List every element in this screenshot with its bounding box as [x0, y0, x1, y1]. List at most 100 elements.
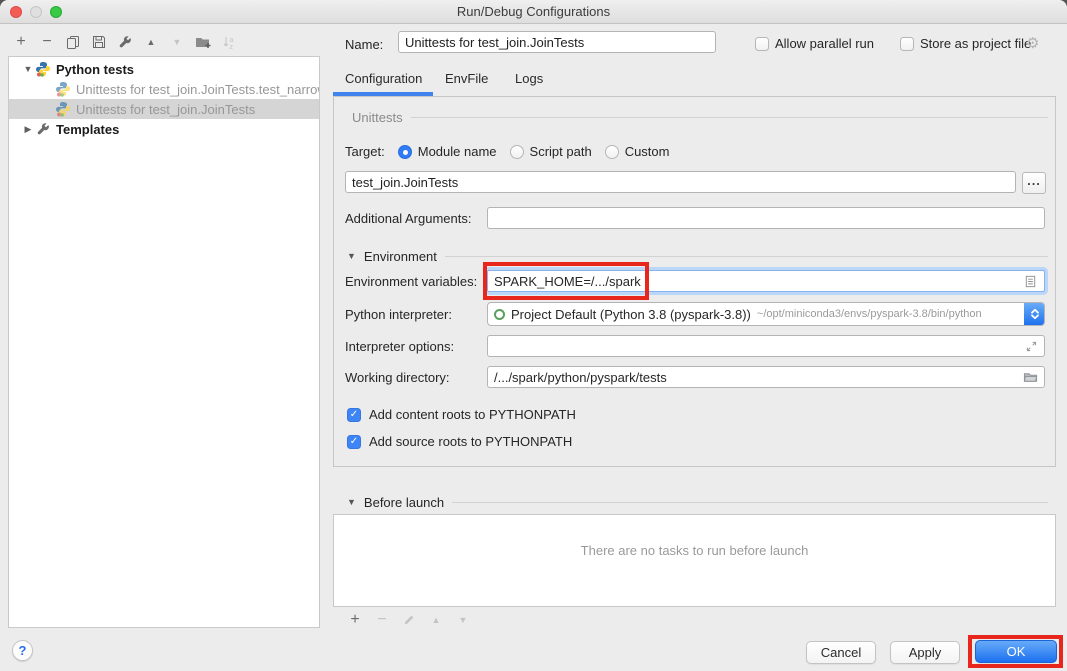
ellipsis-icon: ...: [1027, 173, 1041, 188]
edit-variables-icon[interactable]: [1023, 274, 1038, 289]
before-launch-task-list: There are no tasks to run before launch: [333, 514, 1056, 607]
script-path-radio[interactable]: [510, 145, 524, 159]
target-option-module-name: Module name: [398, 144, 497, 159]
custom-radio-label: Custom: [625, 144, 670, 159]
apply-button[interactable]: Apply: [890, 641, 960, 664]
ok-button[interactable]: OK: [975, 640, 1057, 663]
remove-task-button: −: [374, 612, 390, 628]
sort-alphabetically-icon: az: [221, 34, 237, 50]
python-test-icon: [55, 101, 71, 117]
allow-parallel-run-checkbox[interactable]: [755, 37, 769, 51]
add-source-roots-option: ✓ Add source roots to PYTHONPATH: [347, 434, 572, 449]
tab-configuration[interactable]: Configuration: [345, 71, 422, 86]
svg-text:a: a: [230, 37, 234, 44]
tree-item-label: Templates: [56, 122, 119, 137]
before-launch-group-label: Before launch: [364, 495, 444, 510]
target-option-custom: Custom: [605, 144, 670, 159]
allow-parallel-run-option: Allow parallel run: [755, 36, 874, 51]
interpreter-options-field[interactable]: [487, 335, 1045, 357]
templates-wrench-icon: [35, 121, 51, 137]
configurations-toolbar: + − ▲ ▼ az: [13, 32, 237, 52]
add-source-roots-label: Add source roots to PYTHONPATH: [369, 434, 572, 449]
before-launch-toolbar: + − ▲ ▼: [347, 612, 471, 628]
configurations-tree: ▼ Python tests Unittests for test_join.J…: [8, 56, 320, 628]
save-configuration-icon[interactable]: [91, 34, 107, 50]
python-test-icon: [55, 81, 71, 97]
remove-configuration-button[interactable]: −: [39, 34, 55, 50]
zoom-window-button[interactable]: [50, 6, 62, 18]
svg-text:z: z: [230, 44, 234, 50]
environment-variables-value: SPARK_HOME=/.../spark: [494, 274, 641, 289]
name-label: Name:: [345, 37, 383, 52]
environment-group-header: ▼ Environment: [347, 248, 1048, 264]
copy-configuration-icon[interactable]: [65, 34, 81, 50]
custom-radio[interactable]: [605, 145, 619, 159]
script-path-radio-label: Script path: [530, 144, 592, 159]
target-row: Target: Module name Script path Custom: [345, 144, 669, 159]
run-debug-configurations-dialog: Run/Debug Configurations + − ▲ ▼ az ▼ Py: [0, 0, 1067, 671]
environment-variables-label: Environment variables:: [345, 274, 477, 289]
add-source-roots-checkbox[interactable]: ✓: [347, 435, 361, 449]
move-down-icon: ▼: [169, 34, 185, 50]
window-title: Run/Debug Configurations: [0, 0, 1067, 23]
before-launch-empty-text: There are no tasks to run before launch: [581, 543, 809, 558]
tree-item-python-tests[interactable]: ▼ Python tests: [9, 59, 319, 79]
add-task-button[interactable]: +: [347, 612, 363, 628]
working-directory-field[interactable]: /.../spark/python/pyspark/tests: [487, 366, 1045, 388]
python-interpreter-dropdown[interactable]: Project Default (Python 3.8 (pyspark-3.8…: [487, 302, 1045, 326]
tree-item-label: Python tests: [56, 62, 134, 77]
folder-icon[interactable]: [1023, 370, 1038, 385]
additional-arguments-input[interactable]: [487, 207, 1045, 229]
tab-envfile[interactable]: EnvFile: [445, 71, 488, 86]
tree-item-label: Unittests for test_join.JoinTests: [76, 102, 255, 117]
new-folder-icon[interactable]: [195, 34, 211, 50]
close-window-button[interactable]: [10, 6, 22, 18]
store-as-project-file-label: Store as project file: [920, 36, 1031, 51]
target-input[interactable]: [345, 171, 1016, 193]
minimize-window-button: [30, 6, 42, 18]
module-name-radio-label: Module name: [418, 144, 497, 159]
module-name-radio[interactable]: [398, 145, 412, 159]
name-input[interactable]: [398, 31, 716, 53]
add-configuration-button[interactable]: +: [13, 34, 29, 50]
target-label: Target:: [345, 144, 385, 159]
expand-field-icon[interactable]: [1025, 340, 1038, 353]
gear-icon[interactable]: ⚙: [1026, 34, 1039, 52]
working-directory-value: /.../spark/python/pyspark/tests: [494, 370, 667, 385]
tree-item-unittests-test-narrow[interactable]: Unittests for test_join.JoinTests.test_n…: [9, 79, 319, 99]
target-option-script-path: Script path: [510, 144, 592, 159]
edit-templates-wrench-icon[interactable]: [117, 34, 133, 50]
collapse-icon[interactable]: ▼: [347, 251, 356, 261]
collapse-icon[interactable]: ▼: [347, 497, 356, 507]
titlebar: Run/Debug Configurations: [0, 0, 1067, 24]
dropdown-chevrons-icon[interactable]: [1024, 302, 1045, 326]
python-interpreter-path: ~/opt/miniconda3/envs/pyspark-3.8/bin/py…: [757, 308, 982, 320]
environment-group-label: Environment: [364, 249, 437, 264]
tree-item-label: Unittests for test_join.JoinTests.test_n…: [76, 82, 319, 97]
python-interpreter-label: Python interpreter:: [345, 307, 452, 322]
environment-variables-field[interactable]: SPARK_HOME=/.../spark: [487, 270, 1045, 292]
tab-logs[interactable]: Logs: [515, 71, 543, 86]
collapse-icon[interactable]: ▼: [21, 64, 35, 74]
conda-environment-icon: [494, 309, 505, 320]
move-task-down-icon: ▼: [455, 612, 471, 628]
working-directory-label: Working directory:: [345, 370, 450, 385]
add-content-roots-label: Add content roots to PYTHONPATH: [369, 407, 576, 422]
expand-icon[interactable]: ▶: [21, 124, 35, 135]
move-up-icon[interactable]: ▲: [143, 34, 159, 50]
allow-parallel-run-label: Allow parallel run: [775, 36, 874, 51]
cancel-button[interactable]: Cancel: [806, 641, 876, 664]
python-tests-icon: [35, 61, 51, 77]
tree-item-templates[interactable]: ▶ Templates: [9, 119, 319, 139]
help-icon: ?: [19, 643, 27, 658]
store-as-project-file-option: Store as project file: [900, 36, 1031, 51]
add-content-roots-option: ✓ Add content roots to PYTHONPATH: [347, 407, 576, 422]
edit-task-pencil-icon: [401, 612, 417, 628]
browse-button[interactable]: ...: [1022, 172, 1046, 194]
before-launch-group-header: ▼ Before launch: [347, 494, 1048, 510]
help-button[interactable]: ?: [12, 640, 33, 661]
tree-item-unittests-jointests-selected[interactable]: Unittests for test_join.JoinTests: [9, 99, 319, 119]
unittests-group-label: Unittests: [352, 110, 403, 125]
add-content-roots-checkbox[interactable]: ✓: [347, 408, 361, 422]
store-as-project-file-checkbox[interactable]: [900, 37, 914, 51]
